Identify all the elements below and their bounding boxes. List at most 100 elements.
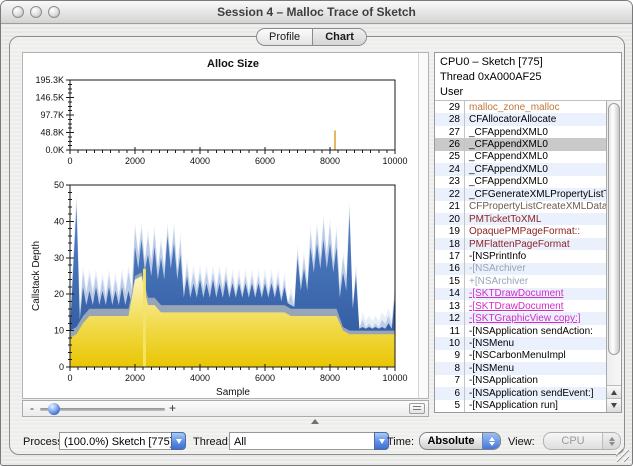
zoom-slider-track[interactable] [40, 403, 165, 415]
app-window: Session 4 – Malloc Trace of Sketch Profi… [0, 0, 633, 466]
up-arrow-icon [611, 390, 617, 395]
svg-text:8000: 8000 [320, 156, 340, 166]
svg-text:2000: 2000 [125, 373, 145, 383]
function-name: PMTicketToXML [469, 213, 542, 225]
zoom-slider-thumb[interactable] [48, 403, 60, 415]
process-combobox[interactable]: (100.0%) Sketch [775] [59, 432, 186, 450]
function-name: -[SKTGraphicView copy:] [469, 313, 581, 325]
callstack-row[interactable]: 8 -[NSMenu [435, 362, 621, 375]
svg-text:40: 40 [54, 216, 64, 226]
view-popup: CPU [543, 432, 621, 450]
function-name: -[NSMenu [469, 362, 515, 374]
callstack-row[interactable]: 11 -[NSApplication sendAction: [435, 324, 621, 338]
row-number: 17 [435, 250, 465, 263]
svg-text:195.3K: 195.3K [35, 75, 64, 85]
callstack-list: 29 malloc_zone_malloc 28 CFAllocatorAllocat… [435, 101, 621, 412]
callstack-row[interactable]: 16 -[NSArchiver [435, 262, 621, 276]
callstack-row[interactable]: 17 -[NSPrintInfo [435, 250, 621, 263]
svg-text:10000: 10000 [382, 156, 407, 166]
callstack-row[interactable]: 5 -[NSApplication run] [435, 399, 621, 412]
svg-text:8000: 8000 [320, 373, 340, 383]
function-name: +[NSArchiver [469, 275, 529, 287]
function-name: _CFAppendXML0 [469, 176, 548, 188]
callstack-depth-chart: 0 10 20 30 40 50 0 2000 4000 6000 8000 10000 Sample C… [23, 168, 420, 405]
tab-bar: Profile Chart [256, 28, 367, 46]
callstack-row[interactable]: 12 -[SKTGraphicView copy:] [435, 312, 621, 325]
cpu-process-line: CPU0 – Sketch [775] [440, 56, 543, 68]
function-name: _CFAppendXML0 [469, 151, 548, 163]
resize-grip[interactable] [616, 449, 629, 462]
row-number: 21 [435, 200, 465, 213]
callstack-row[interactable]: 24 _CFAppendXML0 [435, 163, 621, 176]
function-name: _CFAppendXML0 [469, 126, 548, 138]
callstack-row[interactable]: 21 CFPropertyListCreateXMLData [435, 200, 621, 213]
row-number: 15 [435, 275, 465, 288]
zoom-in-label[interactable]: + [169, 401, 176, 416]
svg-text:10: 10 [54, 326, 64, 336]
callstack-row[interactable]: 28 CFAllocatorAllocate [435, 113, 621, 126]
callstack-row[interactable]: 18 PMFlattenPageFormat [435, 237, 621, 251]
row-number: 11 [435, 324, 465, 338]
time-value: Absolute [427, 435, 475, 447]
chart-zoom-slider-row: - + [22, 400, 429, 417]
row-number: 13 [435, 300, 465, 313]
chart-vertical-scroll-strip [418, 53, 428, 398]
dropdown-arrow-icon[interactable] [171, 432, 186, 450]
tab-profile[interactable]: Profile [257, 29, 312, 45]
row-number: 20 [435, 212, 465, 226]
scrollbar-thumb[interactable] [608, 103, 620, 355]
scroll-up-button[interactable] [607, 385, 621, 399]
function-name: -[NSPrintInfo [469, 250, 527, 262]
callstack-row[interactable]: 20 PMTicketToXML [435, 212, 621, 226]
row-number: 5 [435, 399, 465, 412]
row-number: 18 [435, 237, 465, 251]
pane-grip-button[interactable] [409, 403, 425, 414]
row-number: 6 [435, 387, 465, 400]
scroll-down-button[interactable] [607, 398, 621, 412]
row-number: 12 [435, 312, 465, 325]
callstack-row[interactable]: 27 _CFAppendXML0 [435, 125, 621, 139]
tab-chart[interactable]: Chart [312, 29, 366, 45]
callstack-row[interactable]: 9 -[NSCarbonMenuImpl [435, 349, 621, 363]
callstack-row[interactable]: 14 -[SKTDrawDocument [435, 287, 621, 300]
function-name: -[NSMenu [469, 338, 515, 350]
row-number: 8 [435, 362, 465, 375]
function-name: -[SKTDrawDocument [469, 288, 564, 300]
callstack-row[interactable]: 25 _CFAppendXML0 [435, 150, 621, 164]
callstack-row[interactable]: 15 +[NSArchiver [435, 275, 621, 288]
svg-text:0.0K: 0.0K [45, 145, 64, 155]
svg-text:10000: 10000 [382, 373, 407, 383]
user-line: User [440, 86, 464, 98]
row-number: 23 [435, 175, 465, 189]
callstack-row[interactable]: 26 _CFAppendXML0 [435, 138, 621, 151]
zoom-out-label[interactable]: - [30, 401, 34, 416]
row-number: 26 [435, 138, 465, 151]
time-label: Time: [387, 436, 415, 448]
callstack-scrollbar[interactable] [606, 101, 621, 412]
window-title: Session 4 – Malloc Trace of Sketch [217, 5, 416, 19]
callstack-row[interactable]: 23 _CFAppendXML0 [435, 175, 621, 189]
callstack-row[interactable]: 29 malloc_zone_malloc [435, 101, 621, 114]
svg-text:2000: 2000 [125, 156, 145, 166]
svg-text:Sample: Sample [216, 387, 250, 398]
callstack-row[interactable]: 22 _CFGenerateXMLPropertyListT [435, 188, 621, 201]
time-popup[interactable]: Absolute [419, 432, 501, 450]
function-name: _CFAppendXML0 [469, 139, 548, 151]
callstack-row[interactable]: 7 -[NSApplication [435, 374, 621, 388]
svg-text:Alloc Size: Alloc Size [207, 58, 259, 70]
callstack-row[interactable]: 13 -[SKTDrawDocument [435, 300, 621, 313]
down-arrow-icon [611, 403, 617, 408]
callstack-row[interactable]: 10 -[NSMenu [435, 337, 621, 350]
row-number: 27 [435, 125, 465, 139]
thread-label: Thread: [193, 436, 231, 448]
function-name: OpaquePMPageFormat:: [469, 226, 581, 238]
callstack-row[interactable]: 19 OpaquePMPageFormat:: [435, 225, 621, 238]
view-label: View: [508, 436, 535, 448]
svg-text:4000: 4000 [190, 156, 210, 166]
svg-text:50: 50 [54, 180, 64, 190]
callstack-row[interactable]: 6 -[NSApplication sendEvent:] [435, 387, 621, 400]
popup-stepper-icon [602, 433, 620, 449]
chart-area: Alloc Size 0.0K 48.8K 97.7K 146.5K 195.3K 0 200… [22, 52, 429, 399]
row-number: 14 [435, 287, 465, 300]
thread-combobox[interactable]: All [229, 432, 389, 450]
